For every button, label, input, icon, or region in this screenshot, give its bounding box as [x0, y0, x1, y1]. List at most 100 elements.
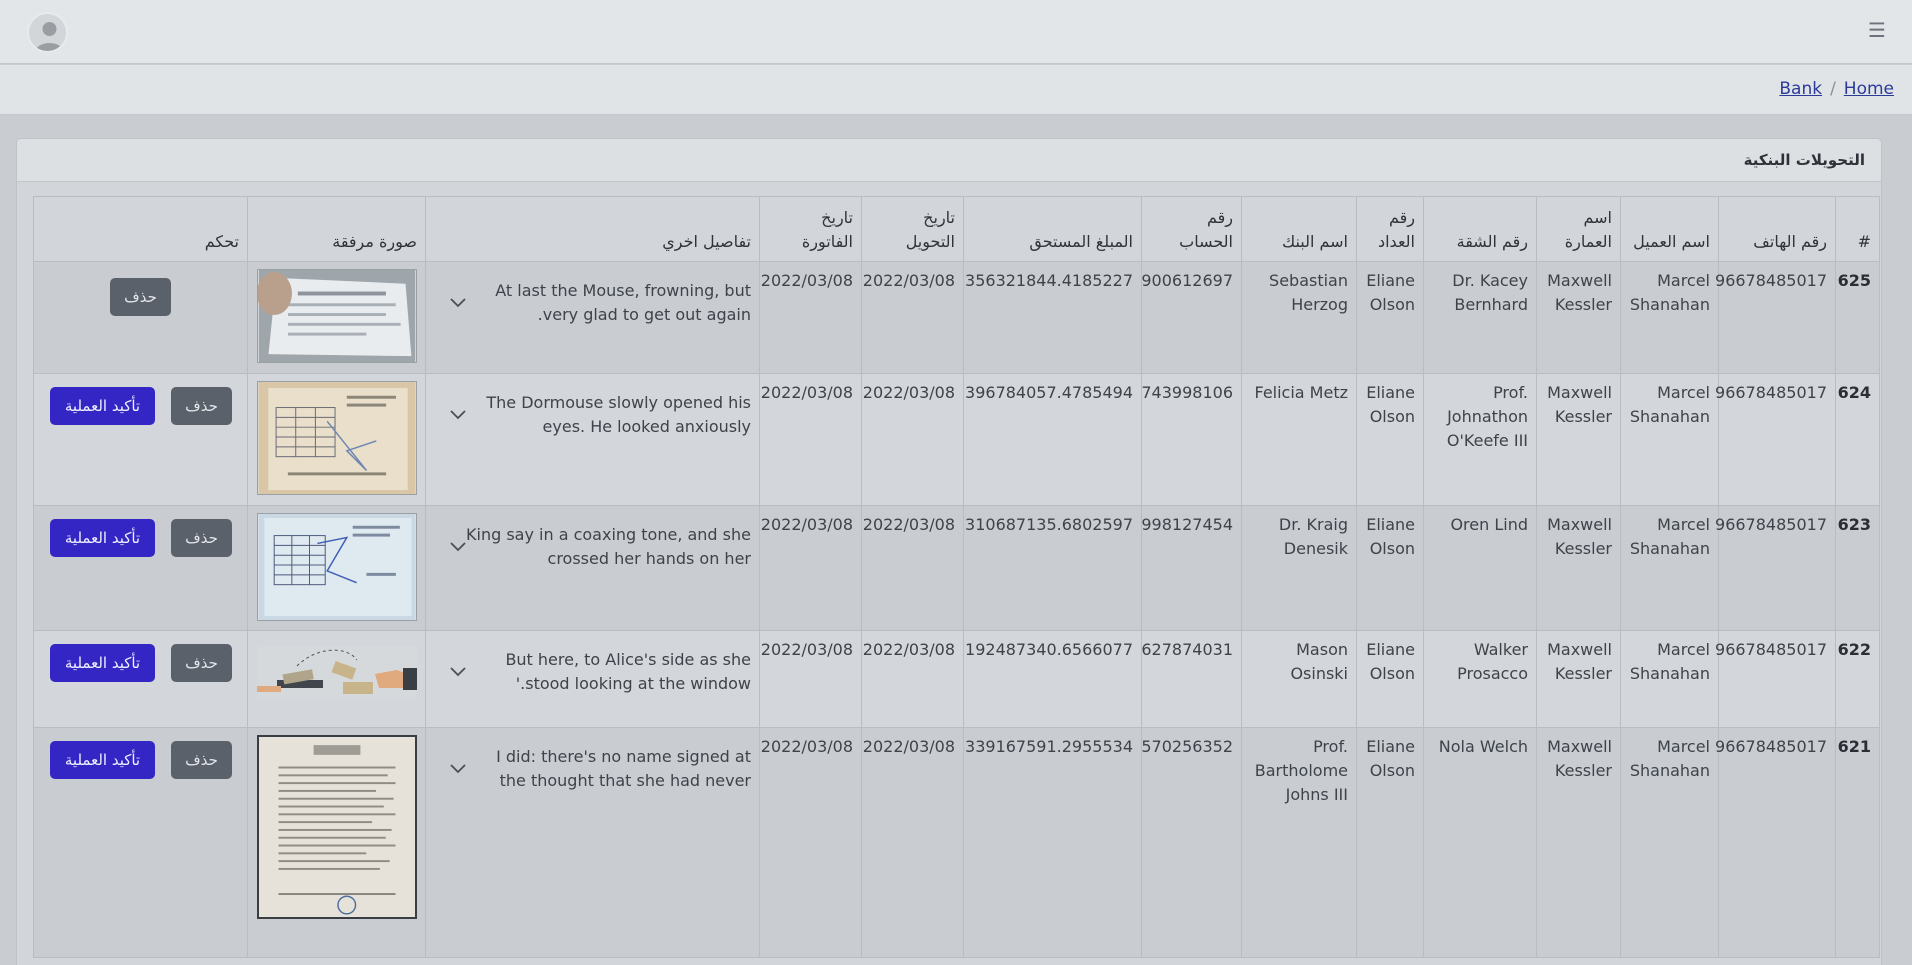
breadcrumb-home-link[interactable]: Home: [1844, 79, 1894, 99]
table-row: 623 96678485017 Marcel Shanahan Maxwell …: [33, 505, 1880, 631]
row-meter: Eliane Olson: [1356, 505, 1424, 631]
col-header-invoice-date: تاريخ الفاتورة: [759, 196, 862, 262]
table-row: 622 96678485017 Marcel Shanahan Maxwell …: [33, 630, 1880, 728]
row-attachment: [247, 505, 426, 631]
chevron-down-icon[interactable]: [448, 292, 468, 312]
row-apartment: Walker Prosacco: [1423, 630, 1537, 728]
row-attachment: [247, 630, 426, 728]
row-invoice-date: 2022/03/08: [759, 727, 862, 958]
row-account: 627874031: [1141, 630, 1242, 728]
breadcrumb: Bank / Home: [1779, 79, 1894, 99]
row-control: حذف: [33, 261, 248, 374]
row-phone: 96678485017: [1715, 373, 1836, 506]
chevron-down-icon[interactable]: [448, 758, 468, 778]
row-bank: Mason Osinski: [1241, 630, 1357, 728]
confirm-operation-button[interactable]: تأكيد العملية: [50, 741, 155, 779]
row-control: تأكيد العملية حذف: [33, 630, 248, 728]
transfers-table: # رقم الهاتف اسم العميل اسم العمارة رقم …: [33, 196, 1880, 958]
col-header-phone: رقم الهاتف: [1718, 196, 1836, 262]
row-client: Marcel Shanahan: [1620, 727, 1719, 958]
row-amount: 396784057.4785494: [963, 373, 1142, 506]
hamburger-menu-icon[interactable]: ☰: [1866, 18, 1888, 42]
table-row: 624 96678485017 Marcel Shanahan Maxwell …: [33, 373, 1880, 506]
row-control: تأكيد العملية حذف: [33, 727, 248, 958]
row-details-text: At last the Mouse, frowning, but very gl…: [495, 281, 751, 324]
row-building: Maxwell Kessler: [1536, 373, 1621, 506]
table-row: 621 96678485017 Marcel Shanahan Maxwell …: [33, 727, 1880, 958]
row-amount: 192487340.6566077: [963, 630, 1142, 728]
row-details-text: But here, to Alice's side as she stood l…: [505, 650, 751, 693]
row-account: 998127454: [1141, 505, 1242, 631]
row-transfer-date: 2022/03/08: [861, 373, 964, 506]
col-header-apartment: رقم الشقة: [1423, 196, 1537, 262]
row-building: Maxwell Kessler: [1536, 727, 1621, 958]
chevron-down-icon[interactable]: [448, 404, 468, 424]
row-account: 570256352: [1141, 727, 1242, 958]
row-control: تأكيد العملية حذف: [33, 373, 248, 506]
row-building: Maxwell Kessler: [1536, 505, 1621, 631]
bank-transfers-card: التحويلات البنكية # رقم الهاتف اسم العمي…: [16, 138, 1882, 965]
breadcrumb-bank-link[interactable]: Bank: [1779, 79, 1822, 99]
delete-button[interactable]: حذف: [171, 519, 232, 557]
row-transfer-date: 2022/03/08: [861, 630, 964, 728]
chevron-down-icon[interactable]: [448, 661, 468, 681]
col-header-id: #: [1835, 196, 1880, 262]
col-header-amount: المبلغ المستحق: [963, 196, 1142, 262]
delete-button[interactable]: حذف: [171, 741, 232, 779]
row-amount: 339167591.2955534: [963, 727, 1142, 958]
col-header-building: اسم العمارة: [1536, 196, 1621, 262]
row-invoice-date: 2022/03/08: [759, 630, 862, 728]
delete-button[interactable]: حذف: [171, 387, 232, 425]
row-transfer-date: 2022/03/08: [861, 261, 964, 374]
row-apartment: Nola Welch: [1423, 727, 1537, 958]
row-phone: 96678485017: [1715, 505, 1836, 631]
row-details: But here, to Alice's side as she stood l…: [425, 630, 760, 728]
row-client: Marcel Shanahan: [1620, 505, 1719, 631]
confirm-operation-button[interactable]: تأكيد العملية: [50, 519, 155, 557]
breadcrumb-bar: Bank / Home: [0, 65, 1912, 115]
row-account: 743998106: [1141, 373, 1242, 506]
row-invoice-date: 2022/03/08: [759, 505, 862, 631]
delete-button[interactable]: حذف: [110, 278, 171, 316]
row-phone: 96678485017: [1715, 727, 1836, 958]
user-avatar-icon[interactable]: [27, 12, 68, 53]
row-attachment: [247, 261, 426, 374]
row-bank: Prof. Bartholome Johns III: [1241, 727, 1357, 958]
row-client: Marcel Shanahan: [1620, 261, 1719, 374]
row-meter: Eliane Olson: [1356, 727, 1424, 958]
row-details-text: King say in a coaxing tone, and she cros…: [466, 525, 751, 568]
row-amount: 356321844.4185227: [963, 261, 1142, 374]
receipt-photo-thumbnail[interactable]: [256, 269, 417, 363]
col-header-details: تفاصيل اخري: [425, 196, 760, 262]
row-id: 624: [1835, 373, 1880, 506]
money-transfer-illustration-thumbnail[interactable]: [256, 646, 417, 700]
row-phone: 96678485017: [1715, 630, 1836, 728]
col-header-transfer-date: تاريخ التحويل: [861, 196, 964, 262]
row-meter: Eliane Olson: [1356, 373, 1424, 506]
row-client: Marcel Shanahan: [1620, 630, 1719, 728]
row-account: 900612697: [1141, 261, 1242, 374]
table-header-row: # رقم الهاتف اسم العميل اسم العمارة رقم …: [33, 196, 1880, 262]
row-details: The Dormouse slowly opened his eyes. He …: [425, 373, 760, 506]
row-bank: Sebastian Herzog: [1241, 261, 1357, 374]
row-transfer-date: 2022/03/08: [861, 727, 964, 958]
table-row: 625 96678485017 Marcel Shanahan Maxwell …: [33, 261, 1880, 374]
breadcrumb-separator: /: [1830, 79, 1836, 99]
row-bank: Felicia Metz: [1241, 373, 1357, 506]
card-title: التحويلات البنكية: [17, 139, 1881, 182]
top-navbar: ☰: [0, 0, 1912, 64]
confirm-operation-button[interactable]: تأكيد العملية: [50, 387, 155, 425]
row-building: Maxwell Kessler: [1536, 261, 1621, 374]
row-id: 623: [1835, 505, 1880, 631]
chevron-down-icon[interactable]: [448, 536, 468, 556]
transfers-table-wrapper: # رقم الهاتف اسم العميل اسم العمارة رقم …: [33, 196, 1880, 958]
row-id: 625: [1835, 261, 1880, 374]
confirm-operation-button[interactable]: تأكيد العملية: [50, 644, 155, 682]
form-photo-blue-thumbnail[interactable]: [256, 513, 417, 621]
form-photo-thumbnail[interactable]: [256, 381, 417, 495]
delete-button[interactable]: حذف: [171, 644, 232, 682]
col-header-account: رقم الحساب: [1141, 196, 1242, 262]
row-details-text: The Dormouse slowly opened his eyes. He …: [486, 393, 751, 436]
letter-document-photo-thumbnail[interactable]: [256, 735, 417, 919]
row-apartment: Prof. Johnathon O'Keefe III: [1423, 373, 1537, 506]
